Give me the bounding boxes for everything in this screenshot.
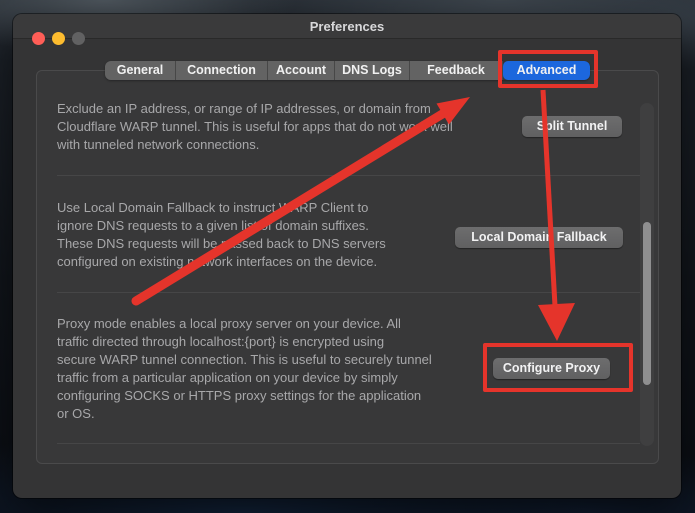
- description-line: Proxy mode enables a local proxy server …: [57, 315, 432, 333]
- description-line: Cloudflare WARP tunnel. This is useful f…: [57, 118, 453, 136]
- split-tunnel-description: Exclude an IP address, or range of IP ad…: [57, 100, 453, 154]
- desktop-wallpaper: { "window": { "title": "Preferences" }, …: [0, 0, 695, 513]
- description-line: Use Local Domain Fallback to instruct WA…: [57, 199, 386, 217]
- local-domain-fallback-button[interactable]: Local Domain Fallback: [455, 227, 623, 248]
- scrollbar-thumb[interactable]: [643, 222, 651, 385]
- description-line: ignore DNS requests to a given list of d…: [57, 217, 386, 235]
- tab-general[interactable]: General: [105, 61, 176, 80]
- local-domain-fallback-description: Use Local Domain Fallback to instruct WA…: [57, 199, 386, 271]
- description-line: configured on existing network interface…: [57, 253, 386, 271]
- tab-dns-logs[interactable]: DNS Logs: [335, 61, 410, 80]
- description-line: Exclude an IP address, or range of IP ad…: [57, 100, 453, 118]
- scrollbar-track[interactable]: [640, 103, 654, 446]
- row-divider: [57, 175, 640, 176]
- titlebar: Preferences: [13, 14, 681, 39]
- description-line: traffic directed through localhost:{port…: [57, 333, 432, 351]
- annotation-box-configure-proxy: [483, 343, 633, 392]
- description-line: These DNS requests will be passed back t…: [57, 235, 386, 253]
- annotation-box-advanced-tab: [498, 50, 598, 88]
- split-tunnel-button[interactable]: Split Tunnel: [522, 116, 622, 137]
- proxy-mode-description: Proxy mode enables a local proxy server …: [57, 315, 432, 423]
- description-line: configuring SOCKS or HTTPS proxy setting…: [57, 387, 432, 405]
- window-title: Preferences: [13, 14, 681, 39]
- row-divider: [57, 292, 640, 293]
- description-line: secure WARP tunnel connection. This is u…: [57, 351, 432, 369]
- description-line: with tunneled network connections.: [57, 136, 453, 154]
- description-line: traffic from a particular application on…: [57, 369, 432, 387]
- tab-connection[interactable]: Connection: [176, 61, 268, 80]
- tab-feedback[interactable]: Feedback: [410, 61, 503, 80]
- tab-account[interactable]: Account: [268, 61, 335, 80]
- description-line: or OS.: [57, 405, 432, 423]
- row-divider: [57, 443, 640, 444]
